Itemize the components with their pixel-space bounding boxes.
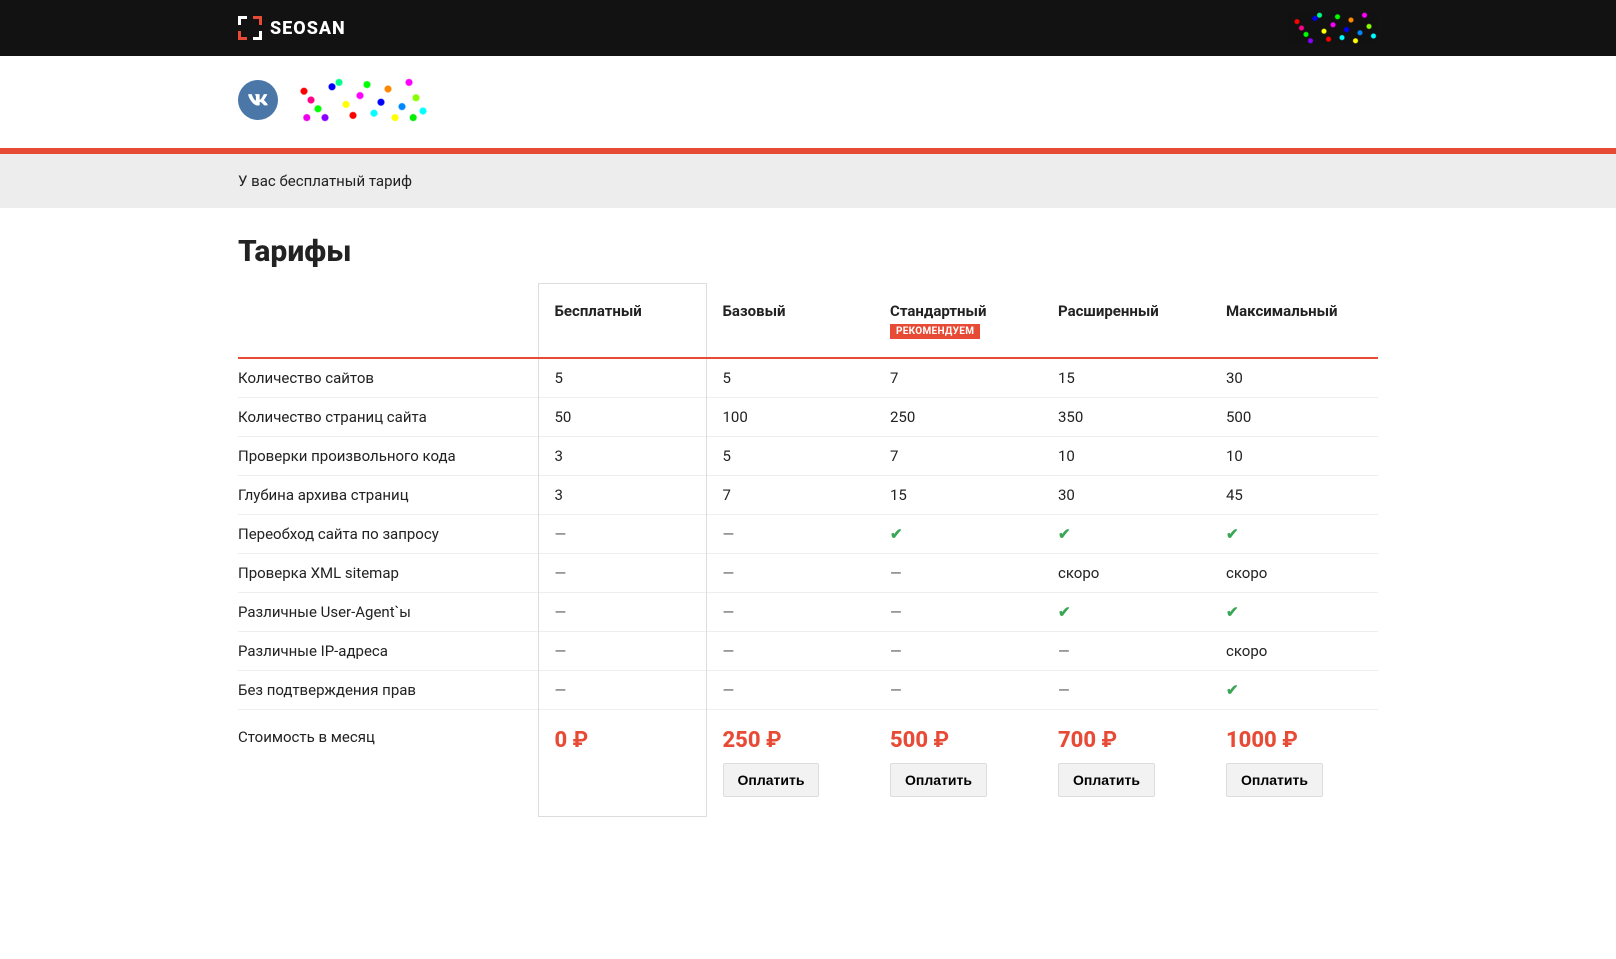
price-standard: 500 ₽ Оплатить	[874, 709, 1042, 817]
price-label: Стоимость в месяц	[238, 709, 538, 817]
feature-value: 5	[706, 436, 874, 475]
feature-value: —	[874, 592, 1042, 631]
notice-text: У вас бесплатный тариф	[238, 172, 1378, 190]
feature-value: 30	[1210, 358, 1378, 398]
feature-value: —	[1042, 670, 1210, 709]
plan-header-basic: Базовый	[706, 284, 874, 358]
feature-value: ✔	[1210, 592, 1378, 631]
feature-value: 15	[874, 475, 1042, 514]
pay-button-standard[interactable]: Оплатить	[890, 763, 987, 797]
feature-value: —	[706, 514, 874, 553]
price-max: 1000 ₽ Оплатить	[1210, 709, 1378, 817]
feature-value: —	[874, 553, 1042, 592]
feature-value: 7	[874, 436, 1042, 475]
social-bar	[0, 56, 1616, 148]
recommended-badge: РЕКОМЕНДУЕМ	[890, 324, 980, 339]
feature-value: 350	[1042, 397, 1210, 436]
feature-row: Различные IP-адреса————скоро	[238, 631, 1378, 670]
feature-label: Различные IP-адреса	[238, 631, 538, 670]
feature-value: 15	[1042, 358, 1210, 398]
price-basic: 250 ₽ Оплатить	[706, 709, 874, 817]
feature-value: 3	[538, 475, 706, 514]
feature-row: Количество сайтов5571530	[238, 358, 1378, 398]
feature-value: скоро	[1210, 553, 1378, 592]
feature-value: 3	[538, 436, 706, 475]
feature-value: 7	[706, 475, 874, 514]
feature-value: ✔	[874, 514, 1042, 553]
vk-logo-icon	[248, 94, 268, 106]
notice-bar: У вас бесплатный тариф	[0, 154, 1616, 208]
plan-header-standard: Стандартный РЕКОМЕНДУЕМ	[874, 284, 1042, 358]
feature-label: Без подтверждения прав	[238, 670, 538, 709]
price-free: 0 ₽	[538, 709, 706, 817]
feature-value: 45	[1210, 475, 1378, 514]
feature-row: Проверки произвольного кода3571010	[238, 436, 1378, 475]
feature-value: —	[538, 553, 706, 592]
pay-button-max[interactable]: Оплатить	[1226, 763, 1323, 797]
feature-value: —	[706, 631, 874, 670]
header-graphic	[1288, 12, 1378, 44]
plan-header-extended: Расширенный	[1042, 284, 1210, 358]
feature-value: ✔	[1042, 592, 1210, 631]
pay-button-basic[interactable]: Оплатить	[723, 763, 820, 797]
feature-value: 250	[874, 397, 1042, 436]
feature-label: Различные User-Agent`ы	[238, 592, 538, 631]
feature-value: 5	[706, 358, 874, 398]
feature-value: —	[874, 631, 1042, 670]
feature-value: 50	[538, 397, 706, 436]
feature-value: —	[538, 631, 706, 670]
feature-value: —	[538, 514, 706, 553]
feature-row: Глубина архива страниц37153045	[238, 475, 1378, 514]
feature-label: Проверка XML sitemap	[238, 553, 538, 592]
feature-value: 100	[706, 397, 874, 436]
plan-header-row: Бесплатный Базовый Стандартный РЕКОМЕНДУ…	[238, 284, 1378, 358]
feature-value: 30	[1042, 475, 1210, 514]
feature-row: Количество страниц сайта50100250350500	[238, 397, 1378, 436]
feature-row: Переобход сайта по запросу——✔✔✔	[238, 514, 1378, 553]
feature-label: Переобход сайта по запросу	[238, 514, 538, 553]
feature-label: Количество сайтов	[238, 358, 538, 398]
feature-value: скоро	[1210, 631, 1378, 670]
feature-label: Проверки произвольного кода	[238, 436, 538, 475]
feature-value: скоро	[1042, 553, 1210, 592]
feature-value: —	[538, 670, 706, 709]
feature-value: —	[874, 670, 1042, 709]
logo-icon	[238, 16, 262, 40]
feature-label: Глубина архива страниц	[238, 475, 538, 514]
logo[interactable]: SEOSAN	[238, 16, 346, 40]
feature-value: 10	[1210, 436, 1378, 475]
vk-icon[interactable]	[238, 80, 278, 120]
feature-value: ✔	[1210, 670, 1378, 709]
social-graphic	[290, 78, 430, 122]
feature-value: —	[706, 670, 874, 709]
pay-button-extended[interactable]: Оплатить	[1058, 763, 1155, 797]
top-header: SEOSAN	[0, 0, 1616, 56]
feature-value: ✔	[1042, 514, 1210, 553]
feature-row: Без подтверждения прав————✔	[238, 670, 1378, 709]
feature-value: —	[1042, 631, 1210, 670]
feature-value: ✔	[1210, 514, 1378, 553]
page-title: Тарифы	[238, 234, 1378, 269]
price-row: Стоимость в месяц 0 ₽ 250 ₽ Оплатить 500…	[238, 709, 1378, 817]
pricing-table: Бесплатный Базовый Стандартный РЕКОМЕНДУ…	[238, 283, 1378, 817]
feature-label: Количество страниц сайта	[238, 397, 538, 436]
feature-value: —	[706, 553, 874, 592]
feature-value: 5	[538, 358, 706, 398]
feature-value: 7	[874, 358, 1042, 398]
brand-text: SEOSAN	[270, 18, 346, 39]
plan-header-free: Бесплатный	[538, 284, 706, 358]
feature-value: —	[538, 592, 706, 631]
plan-header-max: Максимальный	[1210, 284, 1378, 358]
feature-row: Проверка XML sitemap———скороскоро	[238, 553, 1378, 592]
price-extended: 700 ₽ Оплатить	[1042, 709, 1210, 817]
feature-value: —	[706, 592, 874, 631]
feature-row: Различные User-Agent`ы———✔✔	[238, 592, 1378, 631]
feature-value: 500	[1210, 397, 1378, 436]
feature-value: 10	[1042, 436, 1210, 475]
